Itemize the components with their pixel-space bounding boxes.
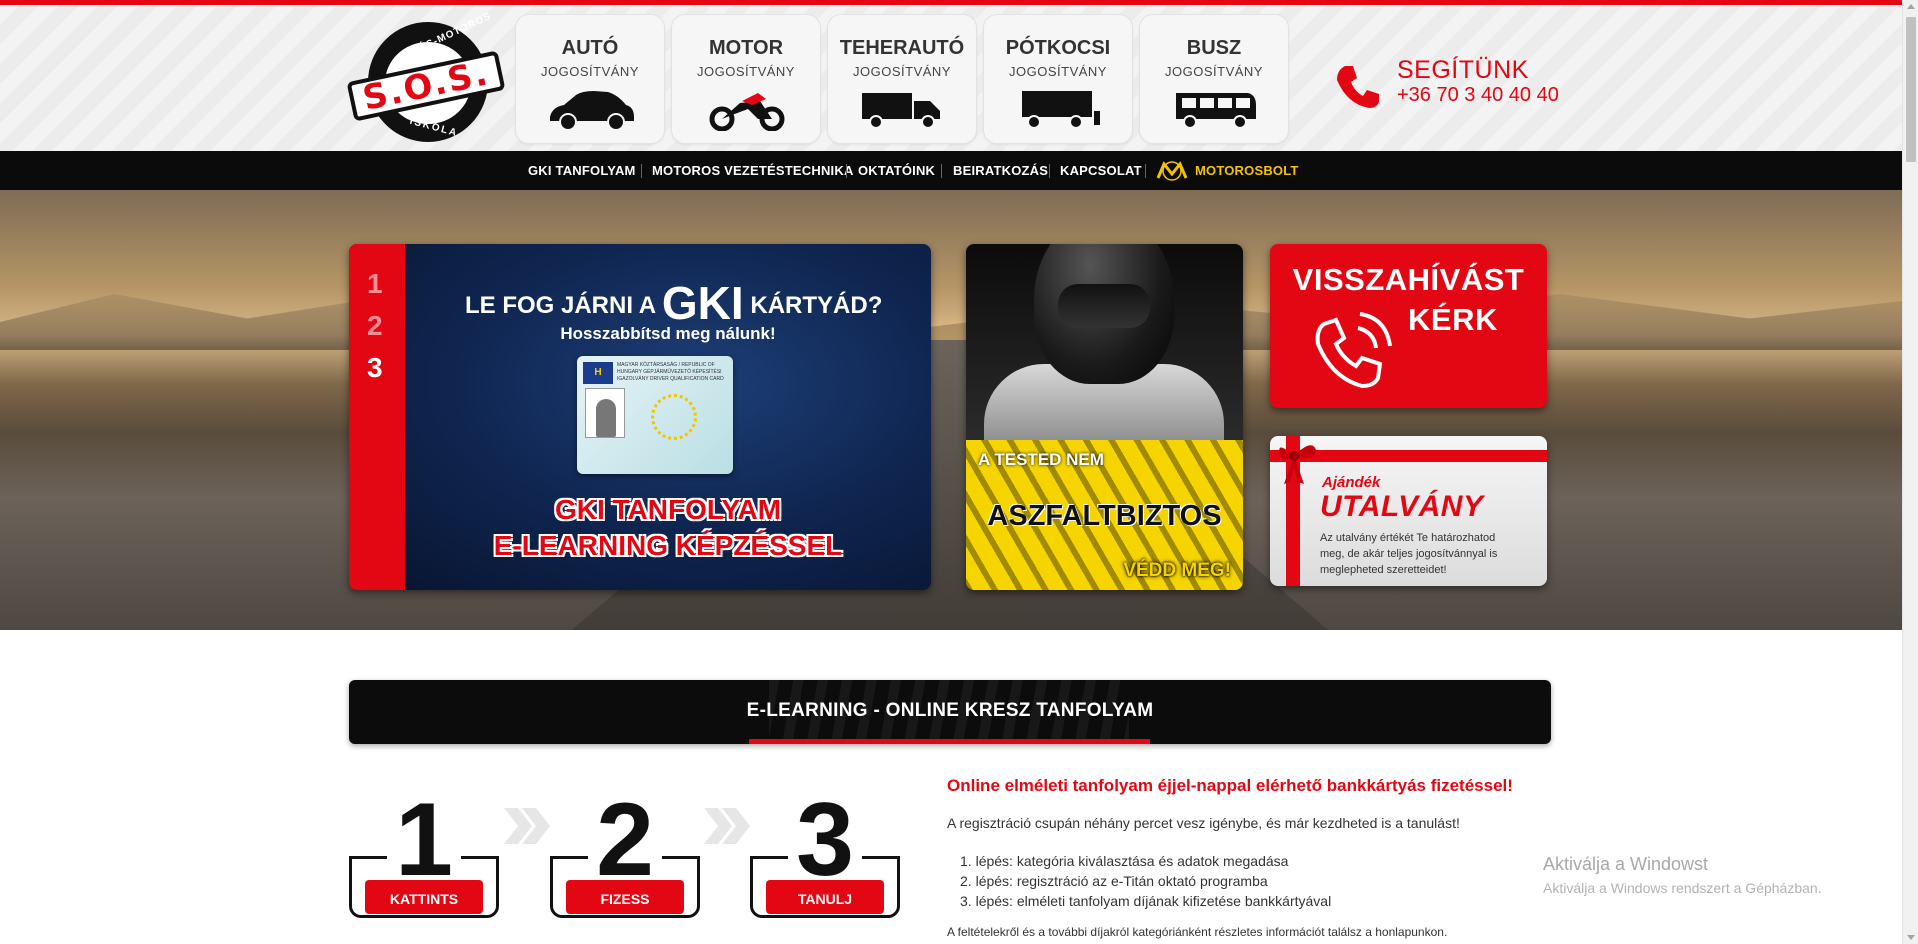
list-item: 3. lépés: elméleti tanfolyam díjának kif… <box>960 893 1332 909</box>
windows-activation-text: Aktiválja a Windows rendszert a Gépházba… <box>1543 880 1822 896</box>
category-title: AUTÓ <box>561 37 619 59</box>
motorcycle-icon <box>709 93 785 131</box>
slider-step-3[interactable]: 3 <box>367 352 383 384</box>
nav-separator <box>1049 164 1050 178</box>
step-button-fizess[interactable]: FIZESS <box>566 880 684 914</box>
category-title: MOTOR <box>708 37 784 59</box>
gift-line1: Ajándék <box>1322 474 1381 491</box>
help-phone-number[interactable]: +36 70 3 40 40 40 <box>1397 84 1559 107</box>
category-title: TEHERAUTÓ <box>839 37 965 59</box>
gki-cta-line2: E-LEARNING KÉPZÉSSEL <box>493 530 843 561</box>
category-title: BUSZ <box>1186 37 1242 59</box>
gki-subline: Hosszabbítsd meg nálunk! <box>560 324 776 343</box>
moto-line3: VÉDD MEG! <box>1123 560 1231 581</box>
site-header: AUTÓS-MOTOROS S.O.S. ISKOLA AUTÓ JOGOSÍT… <box>0 5 1902 151</box>
card-flag: H <box>583 362 613 384</box>
callback-request-button[interactable]: VISSZAHÍVÁST KÉRK <box>1270 244 1547 408</box>
gki-headline-big: GKI <box>661 277 744 329</box>
list-item: 1. lépés: kategória kiválasztása és adat… <box>960 853 1289 869</box>
nav-separator <box>641 164 642 178</box>
scroll-down-arrow-icon[interactable] <box>1907 935 1915 940</box>
nav-separator <box>1145 164 1146 178</box>
moto-safety-promo[interactable]: A TESTED NEM ASZFALTBIZTOS VÉDD MEG! <box>966 244 1243 590</box>
scroll-up-arrow-icon[interactable] <box>1907 4 1915 9</box>
list-item: 2. lépés: regisztráció az e-Titán oktató… <box>960 873 1268 889</box>
bus-icon <box>1176 93 1256 129</box>
hero-banner <box>0 190 1902 630</box>
gki-headline: LE FOG JÁRNI A GKI KÁRTYÁD? <box>465 276 882 330</box>
category-subtitle: JOGOSÍTVÁNY <box>1009 64 1107 79</box>
elearning-intro: A regisztráció csupán néhány percet vesz… <box>947 815 1460 831</box>
elearning-steps-list: 1. lépés: kategória kiválasztása és adat… <box>960 851 1331 911</box>
rider-visor <box>1058 284 1150 328</box>
gki-headline-pre: LE FOG JÁRNI A <box>465 292 656 319</box>
elearning-section-header: E-LEARNING - ONLINE KRESZ TANFOLYAM <box>349 680 1551 744</box>
nav-item-beiratkozas[interactable]: BEIRATKOZÁS <box>953 163 1048 178</box>
category-subtitle: JOGOSÍTVÁNY <box>697 64 795 79</box>
chevron-right-icon <box>704 808 750 844</box>
step-button-kattints[interactable]: KATTINTS <box>365 880 483 914</box>
card-title: MAGYAR KÖZTÁRSASÁG / REPUBLIC OF HUNGARY… <box>617 362 724 382</box>
elearning-title-underline <box>749 739 1150 744</box>
gift-description: Az utalvány értékét Te határozhatod meg,… <box>1320 532 1498 576</box>
callback-line1: VISSZAHÍVÁST <box>1292 262 1525 297</box>
elearning-step-3: 3 TANULJ <box>750 788 900 920</box>
windows-activation-title: Aktiválja a Windowst <box>1543 854 1709 874</box>
main-nav: GKI TANFOLYAM MOTOROS VEZETÉSTECHNIKA OK… <box>0 151 1902 190</box>
motorosbolt-logo-icon <box>1156 161 1188 181</box>
nav-item-motorosbolt[interactable]: MOTOROSBOLT <box>1195 163 1299 178</box>
scrollbar-thumb[interactable] <box>1906 17 1916 162</box>
elearning-footnote: A feltételekről és a további díjakról ka… <box>947 925 1448 939</box>
elearning-headline: Online elméleti tanfolyam éjjel-nappal e… <box>947 776 1513 795</box>
gki-promo-slider[interactable]: 1 2 3 LE FOG JÁRNI A GKI KÁRTYÁD? Hossza… <box>349 244 931 590</box>
category-subtitle: JOGOSÍTVÁNY <box>1165 64 1263 79</box>
elearning-step-2: 2 FIZESS <box>550 788 700 920</box>
category-bus[interactable]: BUSZ JOGOSÍTVÁNY <box>1139 14 1289 144</box>
phone-icon[interactable] <box>1331 60 1383 112</box>
gki-headline-post: KÁRTYÁD? <box>750 292 883 319</box>
elearning-title: E-LEARNING - ONLINE KRESZ TANFOLYAM <box>746 700 1154 721</box>
step-button-tanulj[interactable]: TANULJ <box>766 880 884 914</box>
gki-cta[interactable]: GKI TANFOLYAM E-LEARNING KÉPZÉSSEL <box>405 492 931 564</box>
category-truck[interactable]: TEHERAUTÓ JOGOSÍTVÁNY <box>827 14 977 144</box>
page-scrollbar[interactable] <box>1902 0 1918 944</box>
category-car[interactable]: AUTÓ JOGOSÍTVÁNY <box>515 14 665 144</box>
card-photo <box>585 388 625 438</box>
phone-ring-icon <box>1315 312 1392 389</box>
category-trailer[interactable]: PÓTKOCSI JOGOSÍTVÁNY <box>983 14 1133 144</box>
category-motor[interactable]: MOTOR JOGOSÍTVÁNY <box>671 14 821 144</box>
nav-item-vezetestechnika[interactable]: MOTOROS VEZETÉSTECHNIKA <box>652 163 854 178</box>
nav-separator <box>846 164 847 178</box>
category-subtitle: JOGOSÍTVÁNY <box>541 64 639 79</box>
help-title: SEGÍTÜNK <box>1397 56 1529 84</box>
callback-line2: KÉRK <box>1408 302 1498 337</box>
slider-step-1[interactable]: 1 <box>367 268 383 300</box>
gki-card-image: H MAGYAR KÖZTÁRSASÁG / REPUBLIC OF HUNGA… <box>577 356 733 474</box>
moto-line2: ASZFALTBIZTOS <box>987 500 1222 532</box>
card-star-ring <box>651 394 697 440</box>
gift-voucher-promo[interactable]: Ajándék UTALVÁNY Az utalvány értékét Te … <box>1270 436 1547 586</box>
category-title: PÓTKOCSI <box>1005 37 1111 59</box>
gki-cta-line1: GKI TANFOLYAM <box>554 494 782 525</box>
truck-icon <box>862 93 940 129</box>
moto-line1: A TESTED NEM <box>978 450 1104 469</box>
chevron-right-icon <box>504 808 550 844</box>
gift-line2: UTALVÁNY <box>1320 490 1484 523</box>
slider-step-2[interactable]: 2 <box>367 310 383 342</box>
nav-item-oktatoink[interactable]: OKTATÓINK <box>858 163 935 178</box>
trailer-icon <box>1022 91 1100 129</box>
nav-separator <box>941 164 942 178</box>
elearning-step-1: 1 KATTINTS <box>349 788 499 920</box>
nav-item-gki[interactable]: GKI TANFOLYAM <box>528 163 636 178</box>
site-logo[interactable]: AUTÓS-MOTOROS S.O.S. ISKOLA <box>346 11 506 142</box>
car-icon <box>550 91 634 131</box>
nav-item-kapcsolat[interactable]: KAPCSOLAT <box>1060 163 1142 178</box>
category-subtitle: JOGOSÍTVÁNY <box>853 64 951 79</box>
